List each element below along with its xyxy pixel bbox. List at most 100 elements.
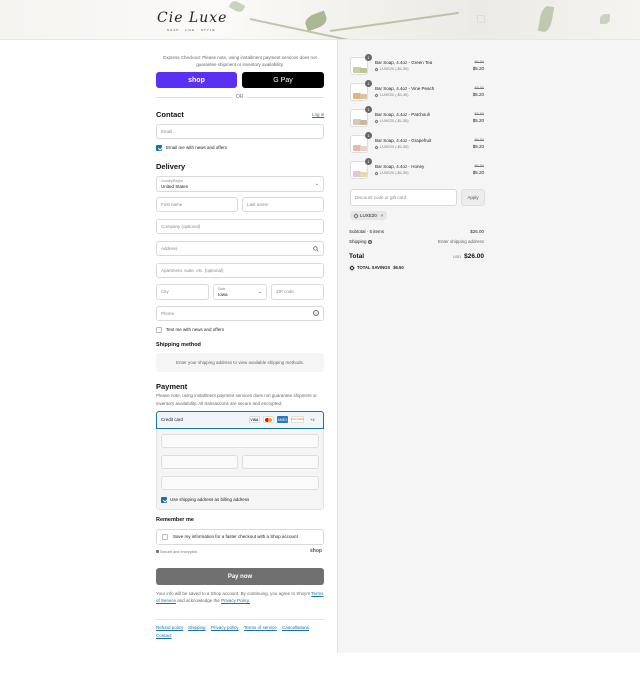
info-icon[interactable]: ? <box>367 239 372 244</box>
item-original-price: $6.50 <box>474 112 484 116</box>
card-number-field[interactable] <box>161 434 319 448</box>
news-checkbox[interactable] <box>156 145 162 151</box>
leaf-decoration <box>303 10 329 32</box>
remove-discount-icon[interactable]: × <box>381 213 384 218</box>
name-on-card-field[interactable] <box>161 476 319 490</box>
apply-button[interactable]: Apply <box>461 189 485 206</box>
soap-bar-image <box>360 94 367 99</box>
chevron-down-icon: ⌄ <box>314 181 319 187</box>
legal-intro: Your info will be saved to a Shop accoun… <box>156 591 311 596</box>
item-discount-text: LUXE20 (-$1.30) <box>380 145 409 149</box>
contact-heading: Contact <box>156 110 184 119</box>
item-price: $5.20 <box>472 92 484 97</box>
savings-value: $6.50 <box>393 265 404 270</box>
item-discount: LUXE20 (-$1.30) <box>374 118 409 124</box>
total-value: $26.00 <box>464 253 484 260</box>
total-amount: USD $26.00 <box>453 253 484 260</box>
item-name: Bar Soap, 4.4oz - Grapefruit <box>375 138 432 143</box>
visa-icon: VISA <box>249 416 260 423</box>
lock-icon <box>156 550 159 553</box>
item-original-price: $6.50 <box>474 138 484 142</box>
search-icon <box>313 246 319 252</box>
total-savings: TOTAL SAVINGS $6.50 <box>349 264 404 271</box>
phone-field[interactable]: Phone ? <box>156 306 324 321</box>
mastercard-icon <box>263 416 274 423</box>
soap-bar-image <box>360 120 367 125</box>
country-value: United States <box>161 184 189 189</box>
state-select[interactable]: State Iowa ⌄ <box>213 284 267 300</box>
security-code-field[interactable] <box>242 455 319 469</box>
expiration-field[interactable] <box>161 455 238 469</box>
billing-address-checkbox[interactable] <box>161 497 167 503</box>
city-placeholder: City <box>161 289 169 294</box>
last-name-placeholder: Last name <box>247 202 269 207</box>
header-banner: Cie Luxe SOAP · LIFE · STYLE <box>0 0 640 40</box>
state-label: State <box>218 287 226 291</box>
item-original-price: $6.50 <box>474 164 484 168</box>
brand-logo[interactable]: Cie Luxe <box>157 10 227 26</box>
tag-icon <box>374 66 379 72</box>
google-pay-button[interactable]: G Pay <box>242 72 324 88</box>
quantity-badge: 1 <box>365 158 372 165</box>
text-offers-checkbox[interactable] <box>156 327 162 333</box>
footer-divider <box>156 619 324 620</box>
first-name-field[interactable]: First name <box>156 197 238 212</box>
legal-text: Your info will be saved to a Shop accoun… <box>156 590 324 604</box>
item-discount: LUXE20 (-$1.30) <box>374 144 409 150</box>
item-discount-text: LUXE20 (-$1.30) <box>380 171 409 175</box>
text-offers-label: Text me with news and offers <box>166 327 224 332</box>
tag-icon <box>353 212 359 219</box>
order-summary-panel <box>337 40 640 653</box>
help-icon[interactable]: ? <box>313 310 319 316</box>
company-field[interactable]: Company (optional) <box>156 219 324 234</box>
country-select[interactable]: Country/Region United States ⌄ <box>156 176 324 192</box>
secure-note: Secure and encrypted <box>156 550 197 554</box>
item-price: $5.20 <box>472 170 484 175</box>
discover-icon: DISCOVER <box>290 416 305 423</box>
shipping-method-note-text: Enter your shipping address to view avai… <box>175 360 305 365</box>
remember-label: Save my information for a faster checkou… <box>173 534 298 539</box>
news-checkbox-label: Email me with news and offers <box>166 145 227 150</box>
last-name-field[interactable]: Last name <box>242 197 324 212</box>
zip-field[interactable]: ZIP code <box>271 284 324 300</box>
apartment-field[interactable]: Apartment, suite, etc. (optional) <box>156 263 324 278</box>
privacy-policy-link[interactable]: Privacy policy <box>211 625 239 630</box>
address-field[interactable]: Address <box>156 241 324 256</box>
pay-now-button[interactable]: Pay now <box>156 568 324 585</box>
item-discount-text: LUXE20 (-$1.30) <box>380 93 409 97</box>
email-field[interactable]: Email <box>156 124 324 139</box>
mastercard-orange-circle <box>267 417 272 422</box>
refund-policy-link[interactable]: Refund policy <box>156 625 183 630</box>
shipping-policy-link[interactable]: Shipping <box>188 625 206 630</box>
tag-icon <box>374 118 379 124</box>
item-original-price: $6.50 <box>474 60 484 64</box>
address-placeholder: Address <box>161 246 178 251</box>
shop-pay-button[interactable]: shop <box>156 72 237 88</box>
or-label: OR <box>233 94 247 100</box>
privacy-link[interactable]: Privacy Policy. <box>221 598 250 603</box>
express-checkout-note: Express Checkout: Please note, using ins… <box>163 55 317 67</box>
soap-bar-image <box>360 172 367 177</box>
remember-checkbox[interactable] <box>162 534 168 540</box>
contact-link[interactable]: Contact <box>156 633 172 638</box>
pay-now-label: Pay now <box>227 573 253 580</box>
apartment-placeholder: Apartment, suite, etc. (optional) <box>161 268 224 273</box>
cart-bag-icon[interactable] <box>477 15 485 23</box>
terms-of-service-link[interactable]: Terms of service <box>244 625 277 630</box>
secure-label: Secure and encrypted <box>160 550 198 554</box>
payment-note: Please note, using installment payment s… <box>156 393 317 406</box>
savings-tag-icon <box>349 264 355 271</box>
remember-heading: Remember me <box>156 517 194 523</box>
item-discount: LUXE20 (-$1.30) <box>374 92 409 98</box>
item-name: Bar Soap, 4.4oz - Patchouli <box>375 112 430 117</box>
item-name: Bar Soap, 4.4oz - Vine Peach <box>375 86 435 91</box>
tag-icon <box>374 144 379 150</box>
shipping-label-text: Shipping <box>349 239 367 244</box>
brand-tagline: SOAP · LIFE · STYLE <box>167 28 216 32</box>
item-discount-text: LUXE20 (-$1.30) <box>380 67 409 71</box>
login-link[interactable]: Log in <box>312 112 324 117</box>
cancellations-link[interactable]: Cancellations <box>282 625 309 630</box>
savings-label: TOTAL SAVINGS <box>357 265 391 270</box>
city-field[interactable]: City <box>156 284 209 300</box>
discount-code-field[interactable]: Discount code or gift card <box>350 189 457 206</box>
